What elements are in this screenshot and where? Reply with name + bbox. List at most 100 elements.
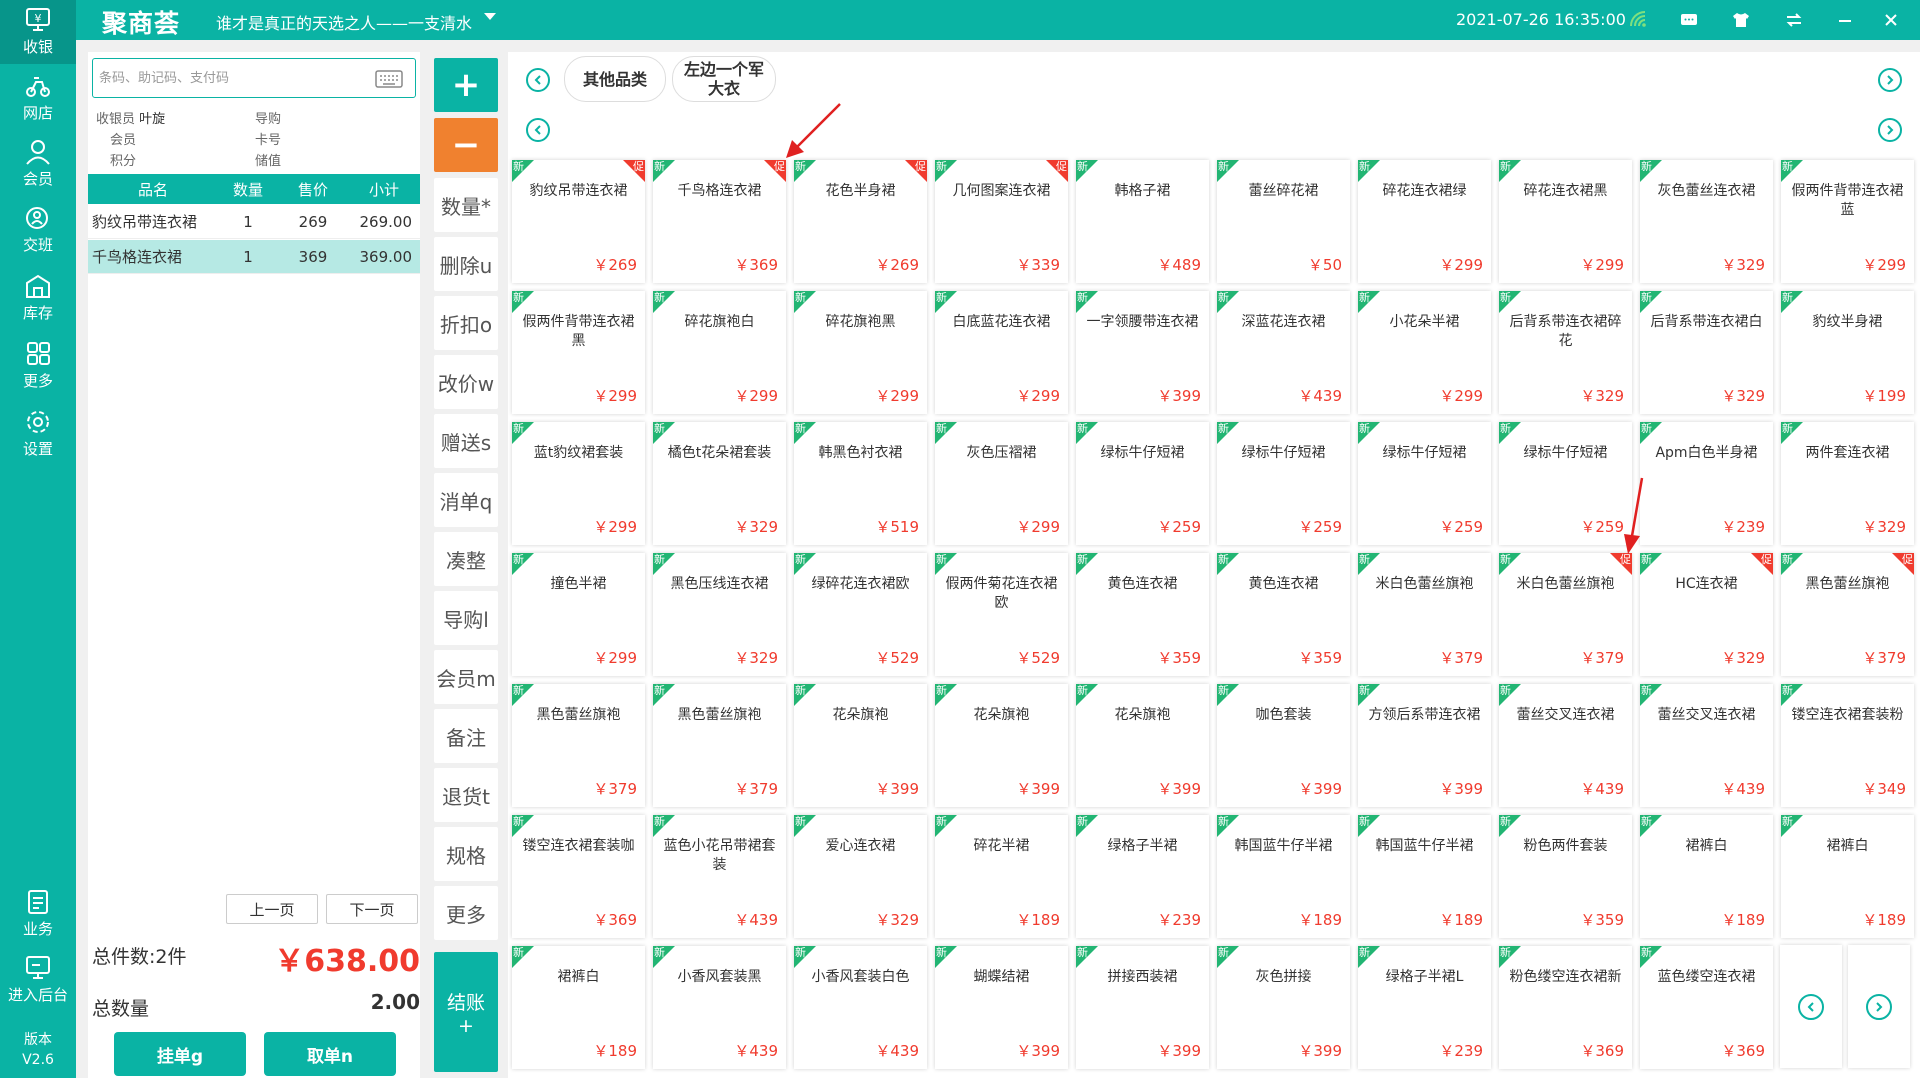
- product-tile[interactable]: 新 促米白色蕾丝旗袍 ￥379: [1499, 553, 1632, 676]
- more-button[interactable]: 更多: [434, 886, 498, 940]
- product-tile[interactable]: 新假两件背带连衣裙黑 ￥299: [512, 291, 645, 414]
- product-tile[interactable]: 新黑色压线连衣裙 ￥329: [653, 553, 786, 676]
- product-tile[interactable]: 新蕾丝交叉连衣裙 ￥439: [1499, 684, 1632, 807]
- product-tile[interactable]: 新小香风套装黑 ￥439: [653, 946, 786, 1069]
- product-tile[interactable]: 新花朵旗袍 ￥399: [794, 684, 927, 807]
- product-tile[interactable]: 新镂空连衣裙套装粉 ￥349: [1781, 684, 1914, 807]
- product-tile[interactable]: 新一字领腰带连衣裙 ￥399: [1076, 291, 1209, 414]
- product-tile[interactable]: 新后背系带连衣裙碎花 ￥329: [1499, 291, 1632, 414]
- product-tile[interactable]: 新碎花旗袍白 ￥299: [653, 291, 786, 414]
- close-icon[interactable]: [1878, 8, 1904, 32]
- slogan-dropdown[interactable]: 谁才是真正的天选之人——一支清水: [216, 10, 472, 34]
- product-tile[interactable]: 新绿标牛仔短裙 ￥259: [1076, 422, 1209, 545]
- product-tile[interactable]: 新镂空连衣裙套装咖 ￥369: [512, 815, 645, 938]
- keyboard-icon[interactable]: [375, 70, 403, 88]
- sidebar-item-settings[interactable]: 设置: [0, 402, 76, 466]
- guide-button[interactable]: 导购l: [434, 591, 498, 645]
- product-tile[interactable]: 新深蓝花连衣裙 ￥439: [1217, 291, 1350, 414]
- product-tile[interactable]: 新爱心连衣裙 ￥329: [794, 815, 927, 938]
- product-tile[interactable]: 新粉色两件套装 ￥359: [1499, 815, 1632, 938]
- product-tile[interactable]: 新 促几何图案连衣裙 ￥339: [935, 160, 1068, 283]
- sidebar-item-warehouse[interactable]: 库存: [0, 266, 76, 330]
- product-tile[interactable]: 新绿标牛仔短裙 ￥259: [1217, 422, 1350, 545]
- product-tile[interactable]: 新蕾丝交叉连衣裙 ￥439: [1640, 684, 1773, 807]
- product-tile[interactable]: 新米白色蕾丝旗袍 ￥379: [1358, 553, 1491, 676]
- sidebar-item-more[interactable]: 更多: [0, 334, 76, 398]
- table-row[interactable]: 千鸟格连衣裙 1 369 369.00: [88, 240, 420, 274]
- category-tab-coat[interactable]: 左边一个军大衣: [672, 56, 776, 102]
- product-tile[interactable]: 新 促 HC连衣裙 ￥329: [1640, 553, 1773, 676]
- checkout-button[interactable]: 结账 +: [434, 952, 498, 1072]
- hold-order-button[interactable]: 挂单g: [114, 1032, 246, 1076]
- category-next-button[interactable]: [1878, 68, 1902, 92]
- product-tile[interactable]: 新灰色蕾丝连衣裙 ￥329: [1640, 160, 1773, 283]
- spec-button[interactable]: 规格: [434, 827, 498, 881]
- product-tile[interactable]: 新橘色t花朵裙套装 ￥329: [653, 422, 786, 545]
- round-off-button[interactable]: 凑整: [434, 532, 498, 586]
- sidebar-item-backend[interactable]: 进入后台: [0, 948, 76, 1012]
- product-tile[interactable]: 新 促千鸟格连衣裙 ￥369: [653, 160, 786, 283]
- product-tile[interactable]: 新裙裤白 ￥189: [1640, 815, 1773, 938]
- product-tile[interactable]: 新蝴蝶结裙 ￥399: [935, 946, 1068, 1069]
- product-tile[interactable]: 新 Apm白色半身裙 ￥239: [1640, 422, 1773, 545]
- gift-button[interactable]: 赠送s: [434, 414, 498, 468]
- product-tile[interactable]: 新撞色半裙 ￥299: [512, 553, 645, 676]
- sidebar-item-member[interactable]: 会员: [0, 132, 76, 196]
- product-next-page-button[interactable]: [1848, 945, 1910, 1068]
- product-tile[interactable]: 新绿格子半裙 ￥239: [1076, 815, 1209, 938]
- sidebar-item-shop[interactable]: 网店: [0, 66, 76, 130]
- product-tile[interactable]: 新绿格子半裙L ￥239: [1358, 946, 1491, 1069]
- product-tile[interactable]: 新 促豹纹吊带连衣裙 ￥269: [512, 160, 645, 283]
- product-tile[interactable]: 新小香风套装白色 ￥439: [794, 946, 927, 1069]
- product-tile[interactable]: 新花朵旗袍 ￥399: [935, 684, 1068, 807]
- decrease-button[interactable]: −: [434, 118, 498, 172]
- table-row[interactable]: 豹纹吊带连衣裙 1 269 269.00: [88, 205, 420, 239]
- product-tile[interactable]: 新小花朵半裙 ￥299: [1358, 291, 1491, 414]
- search-input[interactable]: [99, 68, 369, 88]
- quantity-button[interactable]: 数量*: [434, 178, 498, 232]
- product-tile[interactable]: 新碎花旗袍黑 ￥299: [794, 291, 927, 414]
- minimize-icon[interactable]: [1832, 8, 1858, 32]
- product-tile[interactable]: 新两件套连衣裙 ￥329: [1781, 422, 1914, 545]
- product-tile[interactable]: 新蕾丝碎花裙 ￥50: [1217, 160, 1350, 283]
- product-tile[interactable]: 新韩黑色衬衣裙 ￥519: [794, 422, 927, 545]
- product-tile[interactable]: 新碎花连衣裙绿 ￥299: [1358, 160, 1491, 283]
- product-tile[interactable]: 新灰色拼接 ￥399: [1217, 946, 1350, 1069]
- product-tile[interactable]: 新后背系带连衣裙白 ￥329: [1640, 291, 1773, 414]
- increase-button[interactable]: +: [434, 58, 498, 112]
- return-button[interactable]: 退货t: [434, 768, 498, 822]
- product-tile[interactable]: 新绿标牛仔短裙 ￥259: [1499, 422, 1632, 545]
- member-button[interactable]: 会员m: [434, 650, 498, 704]
- product-tile[interactable]: 新绿碎花连衣裙欧 ￥529: [794, 553, 927, 676]
- discount-button[interactable]: 折扣o: [434, 296, 498, 350]
- product-tile[interactable]: 新蓝色缕空连衣裙 ￥369: [1640, 946, 1773, 1069]
- product-tile[interactable]: 新 促黑色蕾丝旗袍 ￥379: [1781, 553, 1914, 676]
- tshirt-icon[interactable]: [1728, 8, 1754, 32]
- product-tile[interactable]: 新绿标牛仔短裙 ￥259: [1358, 422, 1491, 545]
- product-tile[interactable]: 新碎花半裙 ￥189: [935, 815, 1068, 938]
- sidebar-item-cashier[interactable]: ¥ 收银: [0, 0, 76, 64]
- product-tile[interactable]: 新咖色套装 ￥399: [1217, 684, 1350, 807]
- retrieve-order-button[interactable]: 取单n: [264, 1032, 396, 1076]
- product-tile[interactable]: 新花朵旗袍 ￥399: [1076, 684, 1209, 807]
- product-tile[interactable]: 新白底蓝花连衣裙 ￥299: [935, 291, 1068, 414]
- delete-button[interactable]: 删除u: [434, 237, 498, 291]
- product-tile[interactable]: 新灰色压褶裙 ￥299: [935, 422, 1068, 545]
- prev-page-button[interactable]: 上一页: [226, 894, 318, 924]
- subcategory-next-button[interactable]: [1878, 118, 1902, 142]
- category-tab-other[interactable]: 其他品类: [564, 56, 666, 102]
- subcategory-prev-button[interactable]: [526, 118, 550, 142]
- category-prev-button[interactable]: [526, 68, 550, 92]
- note-button[interactable]: 备注: [434, 709, 498, 763]
- chevron-down-icon[interactable]: [484, 13, 496, 20]
- product-tile[interactable]: 新假两件菊花连衣裙欧 ￥529: [935, 553, 1068, 676]
- product-tile[interactable]: 新黄色连衣裙 ￥359: [1217, 553, 1350, 676]
- product-tile[interactable]: 新裙裤白 ￥189: [1781, 815, 1914, 938]
- product-tile[interactable]: 新蓝t豹纹裙套装 ￥299: [512, 422, 645, 545]
- product-tile[interactable]: 新韩国蓝牛仔半裙 ￥189: [1217, 815, 1350, 938]
- product-tile[interactable]: 新裙裤白 ￥189: [512, 946, 645, 1069]
- product-tile[interactable]: 新碎花连衣裙黑 ￥299: [1499, 160, 1632, 283]
- next-page-button[interactable]: 下一页: [326, 894, 418, 924]
- product-tile[interactable]: 新韩国蓝牛仔半裙 ￥189: [1358, 815, 1491, 938]
- product-tile[interactable]: 新黑色蕾丝旗袍 ￥379: [653, 684, 786, 807]
